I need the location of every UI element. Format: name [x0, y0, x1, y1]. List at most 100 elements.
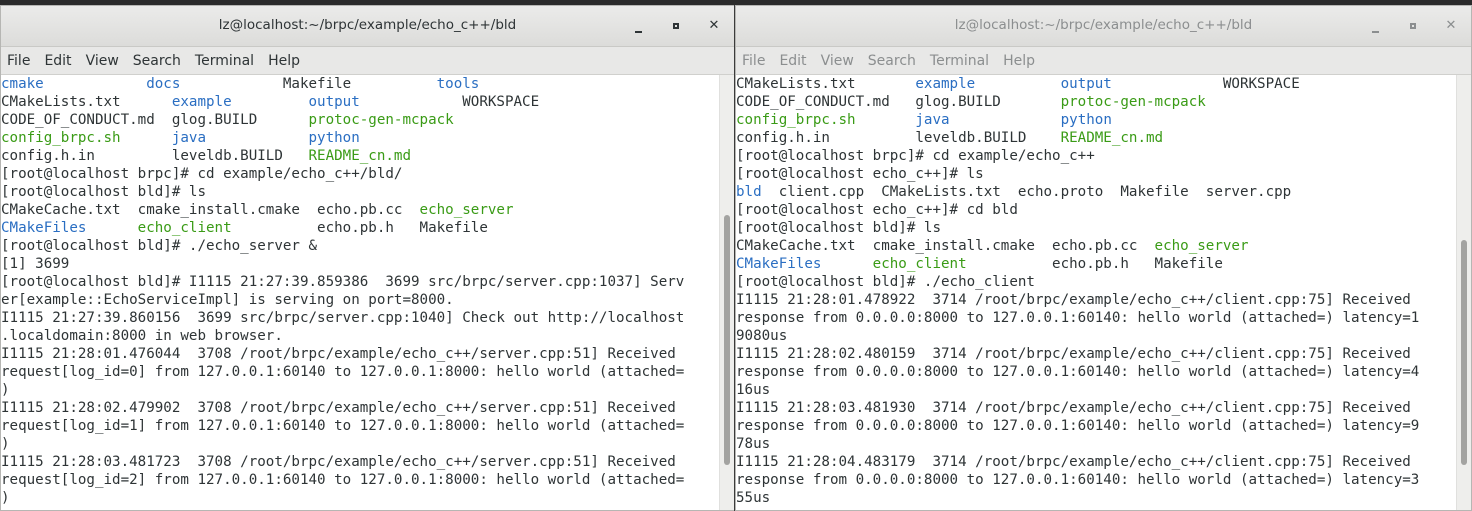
scrollbar-thumb[interactable] — [724, 215, 730, 465]
terminal-line: request[log_id=0] from 127.0.0.1:60140 t… — [1, 363, 720, 381]
terminal-text: [root@localhost bld]# ls — [1, 184, 206, 200]
terminal-text: echo.pb.h Makefile — [231, 220, 488, 236]
directory-name: bld — [736, 184, 762, 200]
directory-name: python — [308, 130, 360, 146]
menu-edit[interactable]: Edit — [775, 53, 812, 69]
maximize-icon — [673, 22, 679, 29]
menu-view[interactable]: View — [82, 53, 125, 69]
terminal-line: CMakeCache.txt cmake_install.cmake echo.… — [1, 201, 720, 219]
titlebar[interactable]: lz@localhost:~/brpc/example/echo_c++/bld… — [736, 6, 1471, 47]
terminal-text: request[log_id=2] from 127.0.0.1:60140 t… — [1, 472, 685, 488]
menu-terminal[interactable]: Terminal — [926, 53, 995, 69]
terminal-text: I1115 21:28:04.483179 3714 /root/brpc/ex… — [736, 454, 1411, 470]
minimize-button[interactable] — [626, 14, 650, 38]
window-title: lz@localhost:~/brpc/example/echo_c++/bld — [218, 17, 517, 33]
directory-name: cmake — [1, 76, 44, 92]
terminal-line: [root@localhost bld]# ls — [736, 219, 1457, 237]
menubar: File Edit View Search Terminal Help — [1, 47, 734, 75]
directory-name: CMakeFiles — [736, 256, 822, 272]
scrollbar[interactable] — [719, 75, 734, 510]
terminal-text: response from 0.0.0.0:8000 to 127.0.0.1:… — [736, 364, 1420, 380]
menu-file[interactable]: File — [3, 53, 36, 69]
terminal-text: response from 0.0.0.0:8000 to 127.0.0.1:… — [736, 472, 1420, 488]
terminal-text: [root@localhost bld]# ./echo_server & — [1, 238, 318, 254]
terminal-output[interactable]: cmake docs Makefile tools CMakeLists.txt … — [1, 75, 720, 510]
menu-search[interactable]: Search — [864, 53, 922, 69]
menu-help[interactable]: Help — [999, 53, 1041, 69]
terminal-text: WORKSPACE — [1111, 76, 1300, 92]
terminal-line: I1115 21:28:03.481723 3708 /root/brpc/ex… — [1, 453, 720, 471]
terminal-line: response from 0.0.0.0:8000 to 127.0.0.1:… — [736, 309, 1457, 327]
terminal-line: response from 0.0.0.0:8000 to 127.0.0.1:… — [736, 363, 1457, 381]
minimize-button[interactable] — [1363, 14, 1387, 38]
window-title: lz@localhost:~/brpc/example/echo_c++/bld — [954, 17, 1253, 33]
terminal-text: ) — [1, 382, 10, 398]
terminal-text: I1115 21:28:03.481723 3708 /root/brpc/ex… — [1, 454, 676, 470]
menu-file[interactable]: File — [738, 53, 771, 69]
terminal-line: 55us — [736, 489, 1457, 507]
scrollbar[interactable] — [1456, 75, 1471, 510]
terminal-line: request[log_id=2] from 127.0.0.1:60140 t… — [1, 471, 720, 489]
menu-terminal[interactable]: Terminal — [191, 53, 260, 69]
terminal-line: I1115 21:28:03.481930 3714 /root/brpc/ex… — [736, 399, 1457, 417]
terminal-line: response from 0.0.0.0:8000 to 127.0.0.1:… — [736, 417, 1457, 435]
terminal-text: request[log_id=1] from 127.0.0.1:60140 t… — [1, 418, 685, 434]
terminal-window-client[interactable]: lz@localhost:~/brpc/example/echo_c++/bld… — [735, 5, 1472, 511]
menu-help[interactable]: Help — [264, 53, 306, 69]
executable-name: echo_server — [1154, 238, 1249, 254]
executable-name: protoc-gen-mcpack — [1060, 94, 1206, 110]
minimize-icon — [1371, 31, 1379, 33]
terminal-line: [root@localhost brpc]# cd example/echo_c… — [1, 165, 720, 183]
executable-name: echo_server — [419, 202, 514, 218]
menu-view[interactable]: View — [817, 53, 860, 69]
maximize-button[interactable] — [1401, 14, 1425, 38]
terminal-line: response from 0.0.0.0:8000 to 127.0.0.1:… — [736, 471, 1457, 489]
menu-edit[interactable]: Edit — [40, 53, 77, 69]
terminal-text: [1] 3699 — [1, 256, 70, 272]
terminal-text: 9080us — [736, 328, 788, 344]
executable-name: protoc-gen-mcpack — [308, 112, 454, 128]
terminal-text: [root@localhost echo_c++]# cd bld — [736, 202, 1018, 218]
terminal-line: CMakeFiles echo_client echo.pb.h Makefil… — [1, 219, 720, 237]
terminal-text: ) — [1, 490, 10, 506]
menu-search[interactable]: Search — [129, 53, 187, 69]
executable-name: config_brpc.sh — [736, 112, 856, 128]
terminal-text: I1115 21:28:01.478922 3714 /root/brpc/ex… — [736, 292, 1411, 308]
terminal-line: I1115 21:28:02.479902 3708 /root/brpc/ex… — [1, 399, 720, 417]
directory-name: example — [915, 76, 976, 92]
terminal-line: I1115 21:28:04.483179 3714 /root/brpc/ex… — [736, 453, 1457, 471]
terminal-text: CMakeLists.txt — [1, 94, 172, 110]
terminal-text: I1115 21:28:01.476044 3708 /root/brpc/ex… — [1, 346, 676, 362]
maximize-button[interactable] — [664, 14, 688, 38]
close-icon: ✕ — [708, 18, 720, 33]
terminal-text: 16us — [736, 382, 771, 398]
close-icon: ✕ — [1445, 18, 1457, 33]
terminal-line: ) — [1, 381, 720, 399]
close-button[interactable]: ✕ — [702, 14, 726, 38]
terminal-line: [root@localhost echo_c++]# ls — [736, 165, 1457, 183]
terminal-line: [root@localhost echo_c++]# cd bld — [736, 201, 1457, 219]
terminal-text: config.h.in leveldb.BUILD — [736, 130, 1061, 146]
scrollbar-thumb[interactable] — [1461, 240, 1467, 465]
terminal-line: config.h.in leveldb.BUILD README_cn.md — [1, 147, 720, 165]
terminal-line: er[example::EchoServiceImpl] is serving … — [1, 291, 720, 309]
terminal-line: I1115 21:28:01.478922 3714 /root/brpc/ex… — [736, 291, 1457, 309]
terminal-text: [root@localhost bld]# ./echo_client — [736, 274, 1035, 290]
terminal-window-server[interactable]: lz@localhost:~/brpc/example/echo_c++/bld… — [0, 5, 735, 511]
terminal-text: response from 0.0.0.0:8000 to 127.0.0.1:… — [736, 310, 1420, 326]
terminal-text: [root@localhost brpc]# cd example/echo_c… — [736, 148, 1095, 164]
titlebar[interactable]: lz@localhost:~/brpc/example/echo_c++/bld… — [1, 6, 734, 47]
terminal-output[interactable]: CMakeLists.txt example output WORKSPACE C… — [736, 75, 1457, 510]
terminal-line: I1115 21:27:39.860156 3699 src/brpc/serv… — [1, 309, 720, 327]
directory-name: output — [308, 94, 360, 110]
terminal-text: .localdomain:8000 in web browser. — [1, 328, 283, 344]
terminal-text: [root@localhost bld]# I1115 21:27:39.859… — [1, 274, 685, 290]
directory-name: example — [171, 94, 232, 110]
terminal-line: config_brpc.sh java python — [736, 111, 1457, 129]
close-button[interactable]: ✕ — [1439, 14, 1463, 38]
minimize-icon — [634, 31, 642, 33]
terminal-text: I1115 21:28:03.481930 3714 /root/brpc/ex… — [736, 400, 1411, 416]
